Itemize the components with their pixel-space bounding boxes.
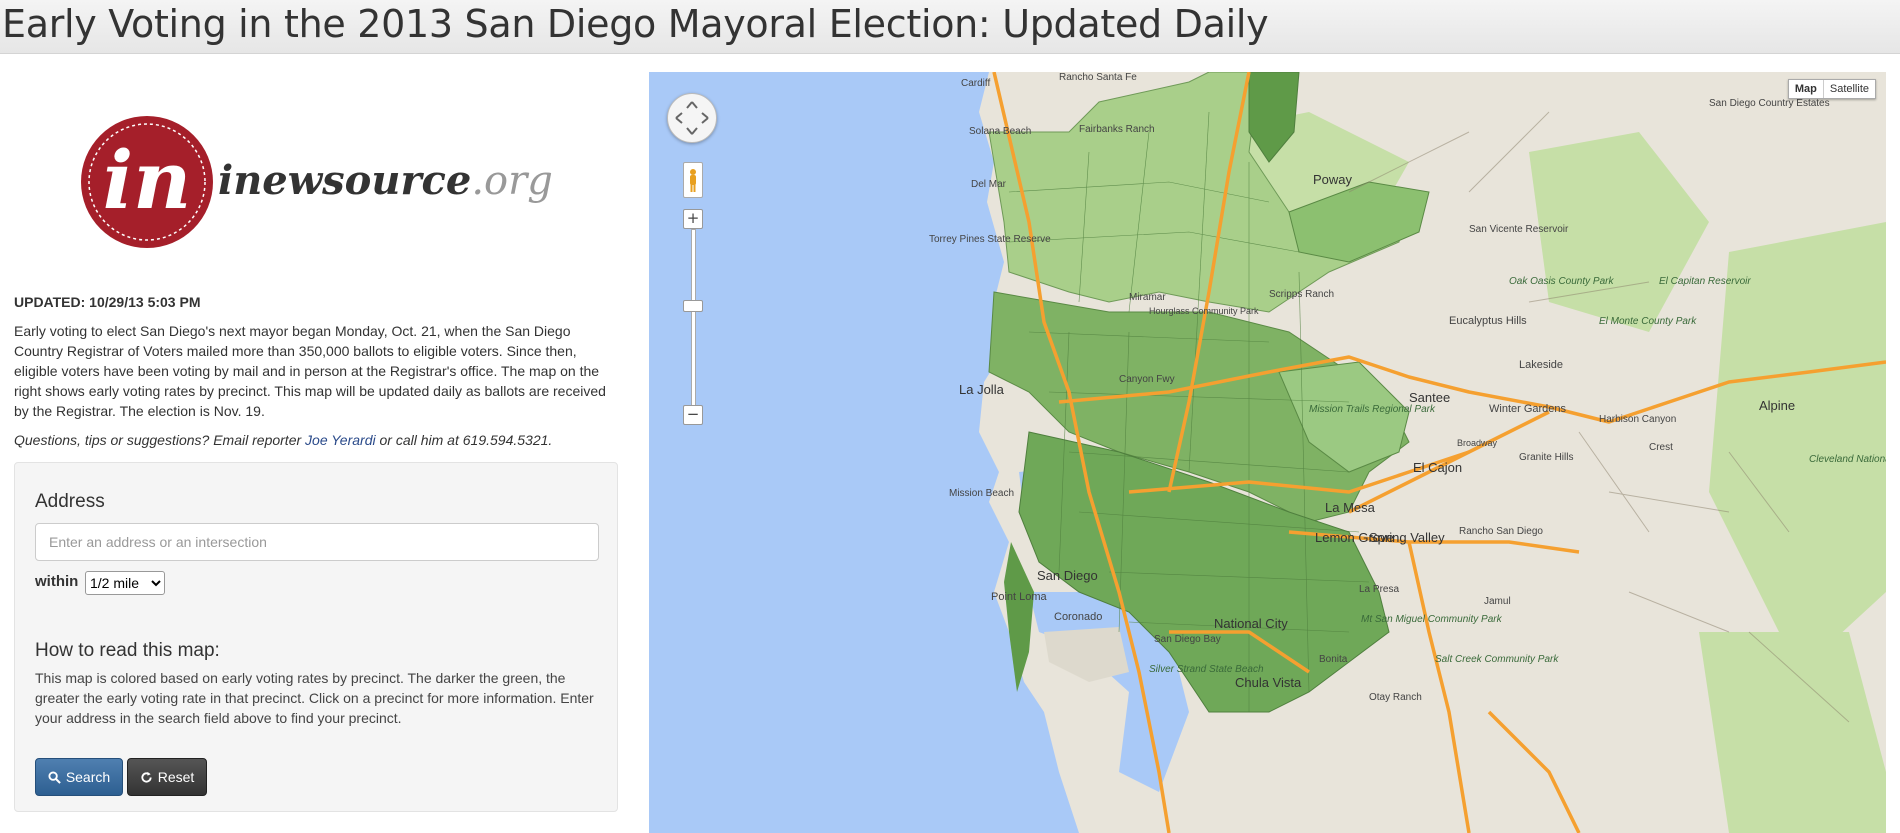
- pegman-figure: [690, 169, 696, 192]
- page-title: Early Voting in the 2013 San Diego Mayor…: [2, 2, 1269, 46]
- svg-text:Oak Oasis County Park: Oak Oasis County Park: [1509, 276, 1614, 287]
- svg-text:Del Mar: Del Mar: [971, 179, 1007, 190]
- page-header: Early Voting in the 2013 San Diego Mayor…: [0, 0, 1900, 54]
- svg-text:Salt Creek Community Park: Salt Creek Community Park: [1435, 654, 1559, 665]
- svg-text:Point Loma: Point Loma: [991, 591, 1048, 603]
- pan-arrows-icon: [675, 101, 709, 135]
- svg-text:El Monte County Park: El Monte County Park: [1599, 316, 1697, 327]
- zoom-slider-track[interactable]: [691, 229, 696, 406]
- street-view-pegman-icon[interactable]: [683, 162, 703, 198]
- svg-text:La Presa: La Presa: [1359, 584, 1399, 595]
- svg-text:Eucalyptus Hills: Eucalyptus Hills: [1449, 315, 1527, 327]
- svg-text:Winter Gardens: Winter Gardens: [1489, 403, 1567, 415]
- reset-button-label: Reset: [157, 769, 195, 785]
- svg-text:Lakeside: Lakeside: [1519, 359, 1563, 371]
- refresh-icon: [141, 771, 152, 783]
- search-button-label: Search: [65, 769, 111, 785]
- svg-text:La Mesa: La Mesa: [1325, 500, 1376, 515]
- svg-text:Silver Strand State Beach: Silver Strand State Beach: [1149, 664, 1264, 675]
- svg-text:San Vicente Reservoir: San Vicente Reservoir: [1469, 224, 1569, 235]
- logo-wordmark: inewsource.org: [218, 157, 553, 204]
- zoom-in-button[interactable]: +: [683, 209, 703, 229]
- svg-text:Harbison Canyon: Harbison Canyon: [1599, 414, 1676, 425]
- svg-text:San Diego: San Diego: [1037, 568, 1098, 583]
- svg-text:Rancho Santa Fe: Rancho Santa Fe: [1059, 72, 1137, 83]
- zoom-out-button[interactable]: −: [683, 405, 703, 425]
- svg-text:Solana Beach: Solana Beach: [969, 126, 1031, 137]
- svg-text:El Capitan Reservoir: El Capitan Reservoir: [1659, 276, 1751, 287]
- svg-text:Bonita: Bonita: [1319, 654, 1348, 665]
- zoom-slider-thumb[interactable]: [683, 300, 703, 312]
- map-type-control: Map Satellite: [1787, 79, 1876, 99]
- intro-text: Early voting to elect San Diego's next m…: [14, 323, 606, 419]
- svg-text:La Jolla: La Jolla: [959, 382, 1005, 397]
- svg-text:Jamul: Jamul: [1484, 596, 1511, 607]
- svg-text:Mission Beach: Mission Beach: [949, 488, 1014, 499]
- svg-text:Alpine: Alpine: [1759, 398, 1795, 413]
- howto-text: This map is colored based on early votin…: [35, 670, 594, 726]
- address-label: Address: [35, 491, 105, 512]
- pan-control[interactable]: [667, 93, 717, 143]
- svg-text:Poway: Poway: [1313, 172, 1353, 187]
- inewsource-logo[interactable]: in inewsource.org: [60, 102, 580, 262]
- svg-text:Fairbanks Ranch: Fairbanks Ranch: [1079, 124, 1155, 135]
- svg-text:Miramar: Miramar: [1129, 292, 1166, 303]
- within-label: within: [35, 573, 79, 590]
- search-button[interactable]: Search: [35, 758, 123, 796]
- svg-text:Torrey Pines State Reserve: Torrey Pines State Reserve: [929, 234, 1051, 245]
- precinct-map[interactable]: Cardiff Rancho Santa Fe Solana Beach Fai…: [649, 72, 1886, 833]
- svg-text:San Diego Bay: San Diego Bay: [1154, 634, 1221, 645]
- map-type-satellite-button[interactable]: Satellite: [1824, 80, 1875, 98]
- questions-prefix: Questions, tips or suggestions? Email re…: [14, 432, 306, 448]
- svg-text:Cardiff: Cardiff: [961, 78, 990, 89]
- search-icon: [48, 770, 61, 784]
- svg-text:Canyon Fwy: Canyon Fwy: [1119, 374, 1175, 385]
- reset-button[interactable]: Reset: [127, 758, 207, 796]
- svg-text:Mt San Miguel Community Park: Mt San Miguel Community Park: [1361, 614, 1503, 625]
- svg-text:Cleveland National Fore: Cleveland National Fore: [1809, 454, 1886, 465]
- svg-text:Crest: Crest: [1649, 442, 1673, 453]
- svg-text:El Cajon: El Cajon: [1413, 460, 1462, 475]
- svg-text:San Diego Country Estates: San Diego Country Estates: [1709, 98, 1830, 109]
- svg-text:Otay Ranch: Otay Ranch: [1369, 692, 1422, 703]
- questions-suffix: or call him at 619.594.5321.: [375, 432, 553, 448]
- questions-line: Questions, tips or suggestions? Email re…: [14, 432, 552, 448]
- logo-mark: in: [103, 133, 192, 227]
- svg-text:Chula Vista: Chula Vista: [1235, 675, 1302, 690]
- svg-text:Rancho San Diego: Rancho San Diego: [1459, 526, 1543, 537]
- svg-text:Granite Hills: Granite Hills: [1519, 452, 1573, 463]
- map-type-map-button[interactable]: Map: [1789, 80, 1824, 98]
- svg-text:Coronado: Coronado: [1054, 611, 1102, 623]
- svg-text:Hourglass Community Park: Hourglass Community Park: [1149, 306, 1259, 316]
- address-input[interactable]: [35, 523, 599, 561]
- svg-text:Broadway: Broadway: [1457, 438, 1498, 448]
- search-panel: Address within 1/2 mile How to read this…: [14, 462, 618, 812]
- howto-title: How to read this map:: [35, 640, 220, 661]
- svg-text:Scripps Ranch: Scripps Ranch: [1269, 289, 1334, 300]
- svg-text:Mission Trails Regional Park: Mission Trails Regional Park: [1309, 404, 1436, 415]
- svg-text:National City: National City: [1214, 616, 1288, 631]
- svg-text:Santee: Santee: [1409, 390, 1450, 405]
- svg-text:Spring Valley: Spring Valley: [1369, 530, 1445, 545]
- map-canvas[interactable]: Cardiff Rancho Santa Fe Solana Beach Fai…: [649, 72, 1886, 833]
- radius-select[interactable]: 1/2 mile: [85, 571, 165, 595]
- updated-timestamp: UPDATED: 10/29/13 5:03 PM: [14, 294, 201, 310]
- reporter-email-link[interactable]: Joe Yerardi: [305, 432, 376, 448]
